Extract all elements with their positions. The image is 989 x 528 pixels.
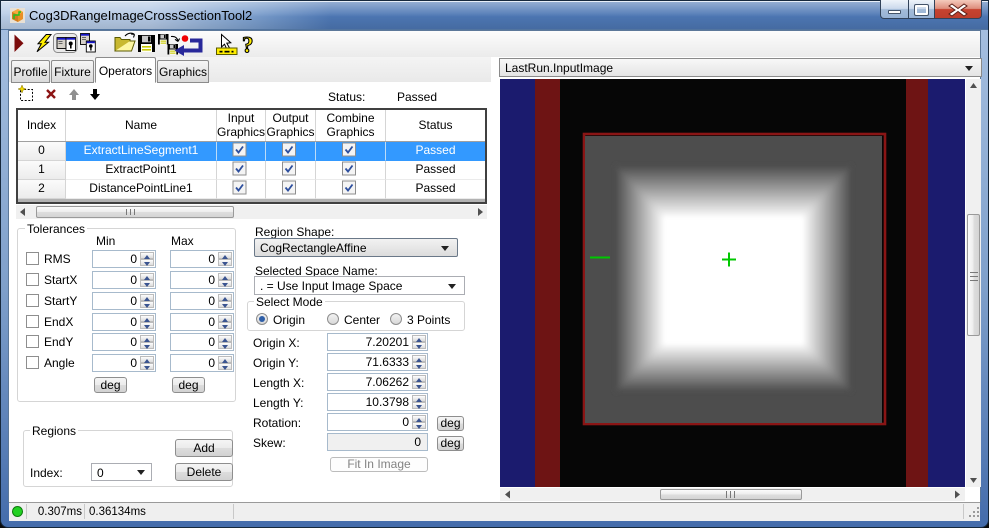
svg-text:?: ? xyxy=(242,33,254,58)
